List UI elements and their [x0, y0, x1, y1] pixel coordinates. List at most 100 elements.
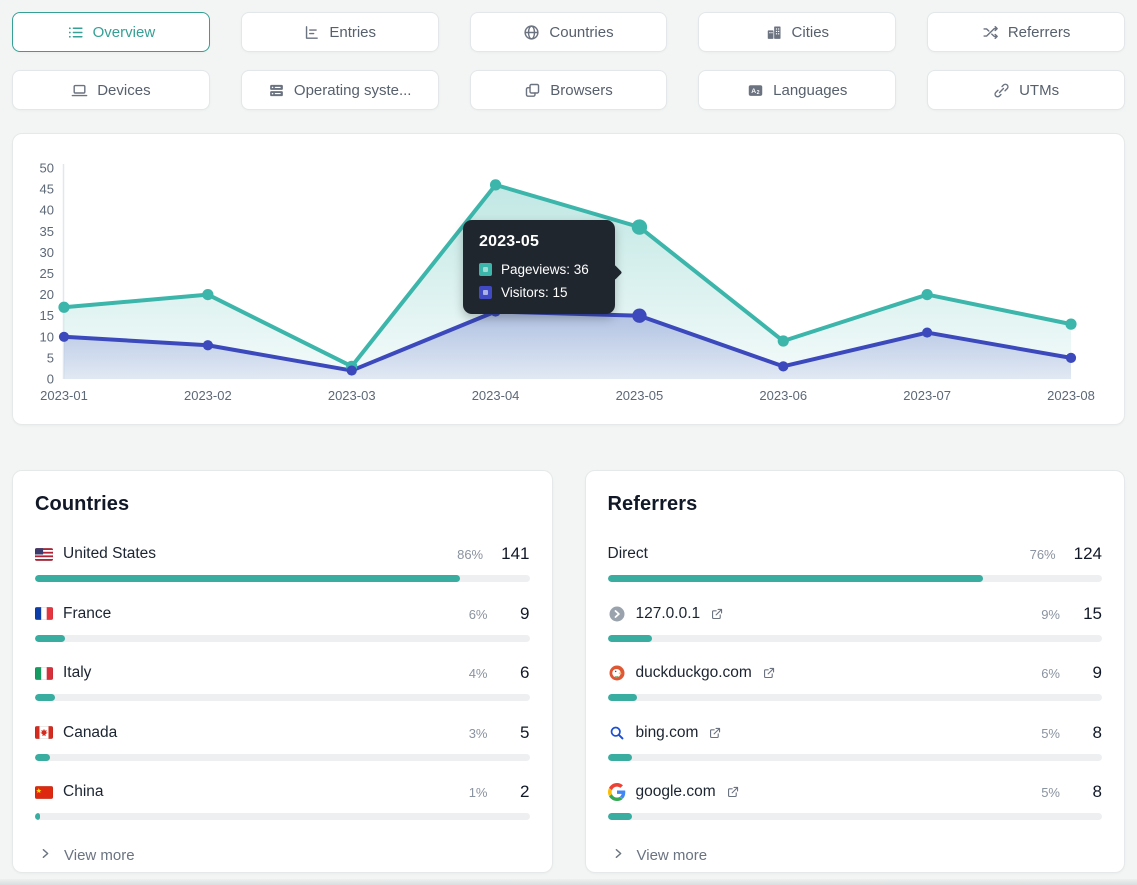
progress-fill [608, 754, 633, 761]
count-value: 8 [1078, 723, 1102, 743]
country-row-united-states: United States 86% 141 [35, 543, 530, 582]
referrers-card-title: Referrers [608, 493, 1103, 516]
countries-view-more-button[interactable]: View more [35, 841, 530, 868]
svg-text:2023-04: 2023-04 [472, 388, 520, 403]
referrer-row-direct: Direct 76% 124 [608, 543, 1103, 582]
tab-overview[interactable]: Overview [12, 12, 210, 52]
svg-text:2: 2 [757, 90, 760, 96]
progress-track [608, 635, 1103, 642]
count-value: 9 [506, 604, 530, 624]
bar-chart-icon [303, 24, 320, 41]
traffic-chart-card: 051015202530354045502023-012023-022023-0… [12, 133, 1125, 425]
tab-devices[interactable]: Devices [12, 70, 210, 110]
progress-track [608, 575, 1103, 582]
referrer-name[interactable]: google.com [636, 783, 716, 801]
referrers-card: Referrers Direct 76% 124 127.0.0.1 9% 15 [585, 470, 1126, 873]
count-value: 15 [1078, 604, 1102, 624]
progress-fill [35, 754, 50, 761]
tab-browsers[interactable]: Browsers [470, 70, 668, 110]
svg-text:2023-06: 2023-06 [759, 388, 807, 403]
tab-entries[interactable]: Entries [241, 12, 439, 52]
progress-track [35, 694, 530, 701]
progress-fill [608, 813, 633, 820]
svg-text:30: 30 [40, 245, 54, 260]
bing-com-favicon-icon [608, 724, 626, 742]
progress-track [35, 813, 530, 820]
tab-cities[interactable]: Cities [698, 12, 896, 52]
windows-icon [524, 82, 541, 99]
tab-label: Languages [773, 82, 847, 99]
tab-operating-syste[interactable]: Operating syste... [241, 70, 439, 110]
link-icon [993, 82, 1010, 99]
referrer-row-duckduckgo-com: duckduckgo.com 6% 9 [608, 662, 1103, 701]
country-name: China [63, 783, 104, 801]
svg-text:0: 0 [47, 372, 54, 387]
countries-card-title: Countries [35, 493, 530, 516]
tooltip-series-value: Pageviews: 36 [501, 262, 589, 277]
cn-flag-icon [35, 786, 53, 799]
view-more-label: View more [637, 847, 708, 864]
percent-label: 6% [469, 607, 488, 622]
country-name: Canada [63, 724, 117, 742]
external-link-icon[interactable] [762, 666, 776, 680]
summary-cards: Countries United States 86% 141 France 6… [12, 470, 1125, 873]
percent-label: 3% [469, 726, 488, 741]
analytics-dashboard: Overview Entries Countries Cities Referrers D… [0, 0, 1137, 885]
svg-text:2023-03: 2023-03 [328, 388, 376, 403]
progress-fill [608, 575, 984, 582]
tab-label: Devices [97, 82, 150, 99]
percent-label: 9% [1041, 607, 1060, 622]
svg-text:2023-08: 2023-08 [1047, 388, 1095, 403]
country-row-china: China 1% 2 [35, 781, 530, 820]
duckduckgo-com-favicon-icon [608, 664, 626, 682]
referrers-view-more-button[interactable]: View more [608, 841, 1103, 868]
svg-text:5: 5 [47, 350, 54, 365]
referrer-name[interactable]: bing.com [636, 724, 699, 742]
tab-label: Cities [792, 24, 830, 41]
country-row-italy: Italy 4% 6 [35, 662, 530, 701]
percent-label: 86% [457, 547, 483, 562]
count-value: 5 [506, 723, 530, 743]
chevron-right-icon [612, 847, 625, 864]
progress-track [35, 635, 530, 642]
count-value: 2 [506, 782, 530, 802]
referrers-list: Direct 76% 124 127.0.0.1 9% 15 [608, 543, 1103, 841]
tab-label: Entries [329, 24, 376, 41]
translate-icon: A2 [747, 82, 764, 99]
percent-label: 5% [1041, 785, 1060, 800]
count-value: 9 [1078, 663, 1102, 683]
svg-text:15: 15 [40, 308, 54, 323]
count-value: 6 [506, 663, 530, 683]
chevron-right-icon [39, 847, 52, 864]
server-icon [268, 82, 285, 99]
count-value: 124 [1074, 544, 1102, 564]
progress-fill [35, 575, 460, 582]
tab-utms[interactable]: UTMs [927, 70, 1125, 110]
list-icon [67, 24, 84, 41]
external-link-icon[interactable] [708, 726, 722, 740]
127-0-0-1-favicon-icon [608, 605, 626, 623]
tab-label: Overview [93, 24, 156, 41]
countries-card: Countries United States 86% 141 France 6… [12, 470, 553, 873]
progress-track [608, 813, 1103, 820]
progress-track [35, 754, 530, 761]
svg-text:2023-05: 2023-05 [616, 388, 664, 403]
tab-languages[interactable]: A2 Languages [698, 70, 896, 110]
country-name: Italy [63, 664, 91, 682]
tab-label: Operating syste... [294, 82, 412, 99]
svg-text:A: A [751, 87, 756, 94]
tab-countries[interactable]: Countries [470, 12, 668, 52]
svg-text:10: 10 [40, 329, 54, 344]
referrer-name[interactable]: duckduckgo.com [636, 664, 752, 682]
tooltip-series-row: Pageviews: 36 [479, 262, 601, 277]
tab-label: UTMs [1019, 82, 1059, 99]
it-flag-icon [35, 667, 53, 680]
laptop-icon [71, 82, 88, 99]
percent-label: 4% [469, 666, 488, 681]
count-value: 8 [1078, 782, 1102, 802]
external-link-icon[interactable] [726, 785, 740, 799]
tab-referrers[interactable]: Referrers [927, 12, 1125, 52]
referrer-name[interactable]: 127.0.0.1 [636, 605, 701, 623]
progress-fill [35, 694, 55, 701]
external-link-icon[interactable] [710, 607, 724, 621]
